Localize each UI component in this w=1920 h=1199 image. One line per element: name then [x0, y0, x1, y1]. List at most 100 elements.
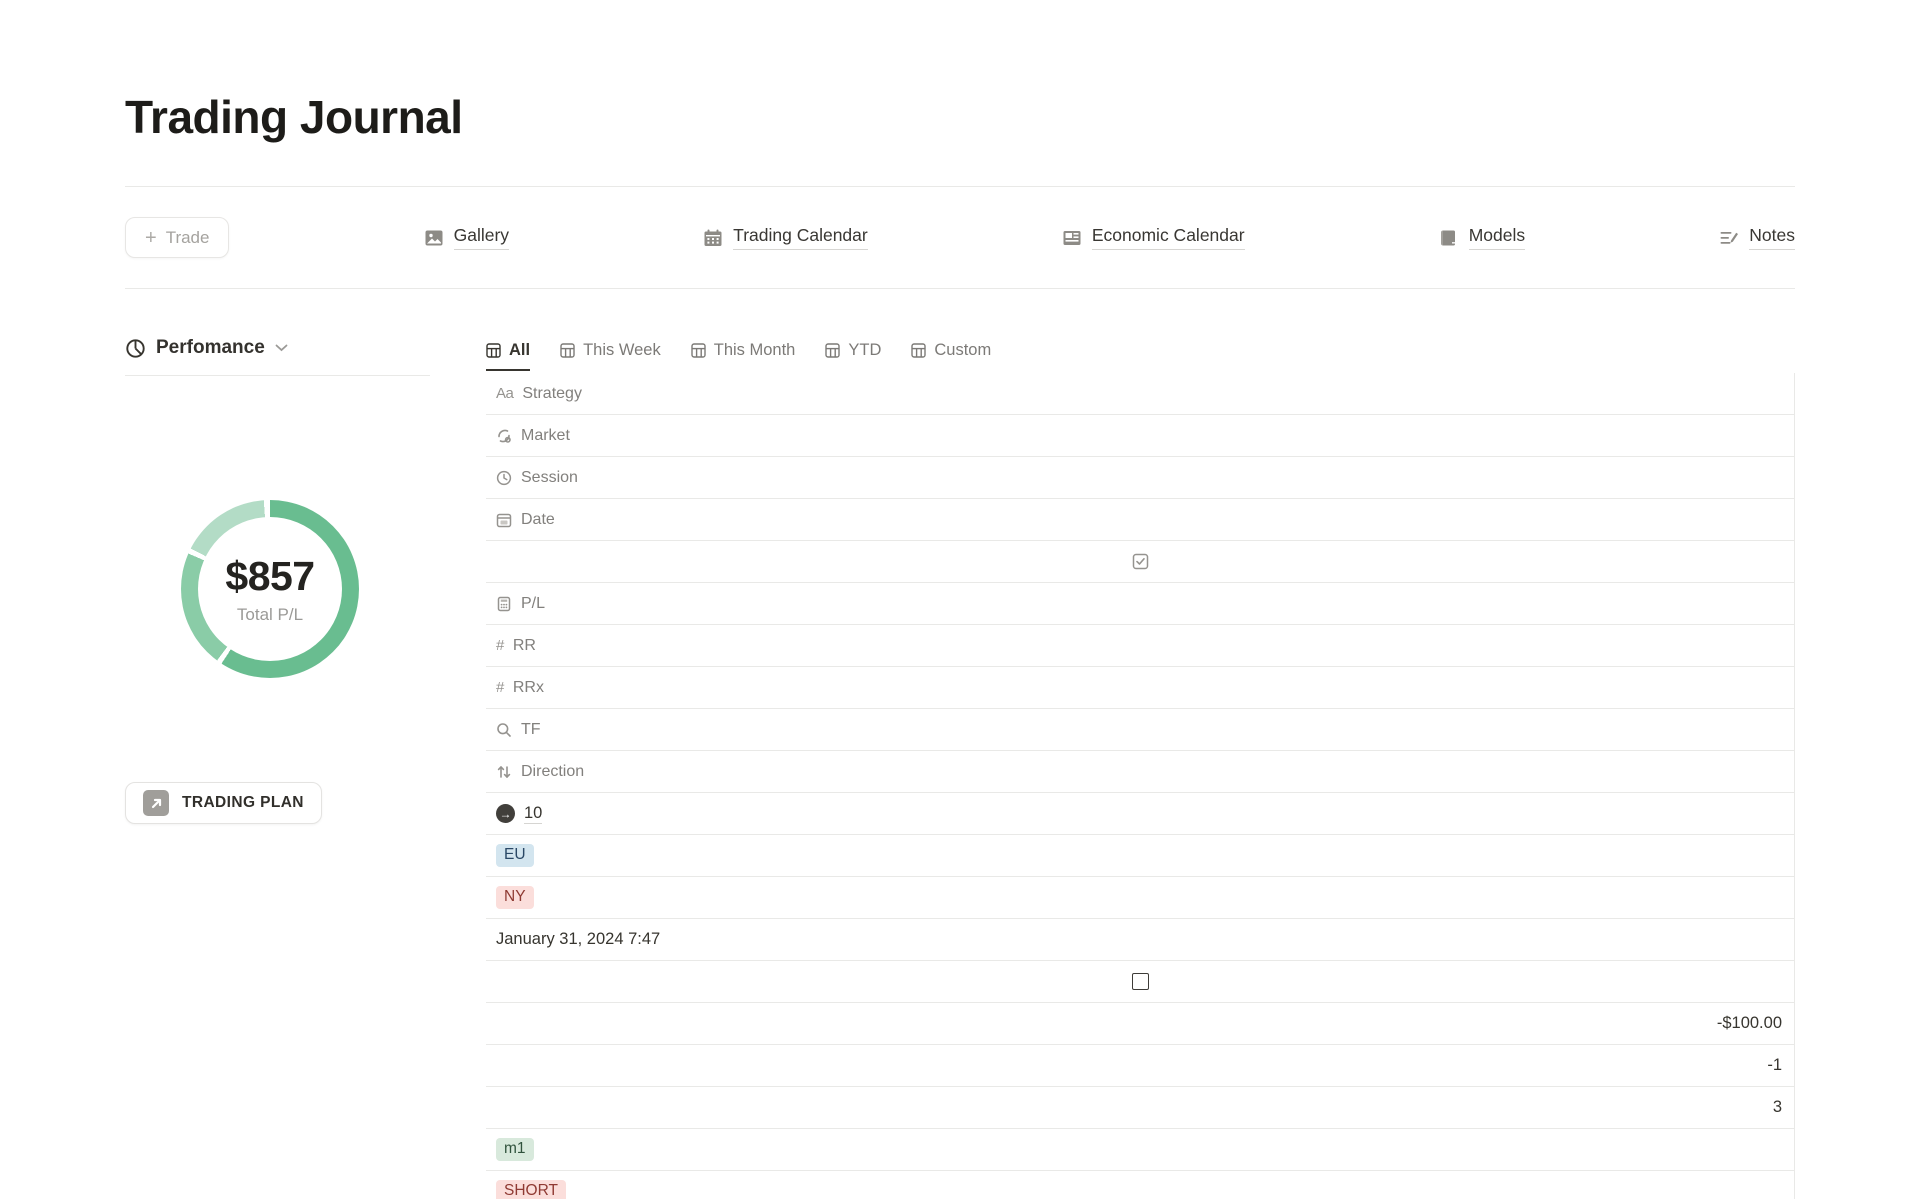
session-tag: NY: [496, 886, 534, 910]
plus-icon: +: [145, 228, 157, 248]
column-label: Market: [521, 427, 570, 445]
external-arrow-icon: [143, 790, 169, 816]
hash-icon: #: [496, 679, 504, 696]
main-content: Perfomance $857 Total P/L: [125, 331, 1795, 1199]
tab-label: All: [509, 341, 530, 360]
column-label: Session: [521, 469, 578, 487]
total-pl-donut-chart: $857 Total P/L: [181, 500, 359, 678]
trade-button[interactable]: + Trade: [125, 217, 229, 258]
pl-cell[interactable]: -$100.00: [486, 1003, 1795, 1045]
nav-item-gallery[interactable]: Gallery: [424, 225, 509, 250]
direction-cell[interactable]: SHORT: [486, 1171, 1795, 1199]
column-header-tf[interactable]: TF: [486, 709, 1795, 751]
performance-view-selector[interactable]: Perfomance: [125, 331, 455, 365]
gallery-icon: [424, 228, 444, 248]
tab-ytd[interactable]: YTD: [825, 331, 881, 371]
column-label: Date: [521, 511, 555, 529]
table-row: → 10 EU NY January 31, 2024 7:47 -$100.0…: [486, 793, 1795, 1199]
tf-cell[interactable]: m1: [486, 1129, 1795, 1171]
page-title: Trading Journal: [125, 0, 1795, 144]
row-checkbox[interactable]: [1132, 973, 1149, 990]
clock-icon: [496, 470, 512, 486]
table-view-icon: [911, 343, 926, 358]
column-header-rrx[interactable]: # RRx: [486, 667, 1795, 709]
tab-custom[interactable]: Custom: [911, 331, 991, 371]
nav-item-models[interactable]: Models: [1439, 225, 1525, 250]
tf-tag: m1: [496, 1138, 534, 1162]
total-pl-value: $857: [225, 553, 314, 600]
relation-icon: [496, 428, 512, 444]
table-view-icon: [691, 343, 706, 358]
calendar-icon: [496, 512, 512, 528]
column-header-market[interactable]: Market: [486, 415, 1795, 457]
table-view-icon: [560, 343, 575, 358]
strategy-cell[interactable]: → 10: [486, 793, 1795, 835]
hash-icon: #: [496, 637, 504, 654]
column-label: RRx: [513, 679, 544, 697]
tab-all[interactable]: All: [486, 331, 530, 371]
column-label: TF: [521, 721, 541, 739]
tab-label: This Week: [583, 341, 661, 360]
nav-item-label: Trading Calendar: [733, 225, 868, 250]
column-header-direction[interactable]: Direction: [486, 751, 1795, 793]
book-icon: [1439, 228, 1459, 248]
nav-item-label: Models: [1469, 225, 1525, 250]
divider: [125, 288, 1795, 289]
table-body: → 10 EU NY January 31, 2024 7:47 -$100.0…: [486, 793, 1795, 1199]
pie-chart-icon: [125, 338, 146, 359]
column-header-date[interactable]: Date: [486, 499, 1795, 541]
column-label: P/L: [521, 595, 545, 613]
trades-table-area: All This Week This Month YTD Custom: [486, 331, 1795, 1199]
market-tag: EU: [496, 844, 534, 868]
column-header-strategy[interactable]: Aa Strategy: [486, 373, 1795, 415]
direction-tag: SHORT: [496, 1180, 566, 1199]
nav-item-notes[interactable]: Notes: [1719, 225, 1795, 250]
nav-item-trading-calendar[interactable]: Trading Calendar: [703, 225, 868, 250]
tab-this-week[interactable]: This Week: [560, 331, 661, 371]
rrx-cell[interactable]: 3: [486, 1087, 1795, 1129]
tab-label: This Month: [714, 341, 796, 360]
table-view-icon: [825, 343, 840, 358]
trade-button-label: Trade: [166, 228, 210, 248]
column-label: Direction: [521, 763, 584, 781]
trading-calendar-icon: [703, 228, 723, 248]
checkbox-cell[interactable]: [486, 961, 1795, 1003]
date-cell[interactable]: January 31, 2024 7:47: [486, 919, 1795, 961]
tab-this-month[interactable]: This Month: [691, 331, 796, 371]
trading-journal-page: Trading Journal + Trade Gallery: [0, 0, 1920, 1199]
column-label: Strategy: [522, 385, 582, 403]
trading-plan-label: TRADING PLAN: [182, 794, 304, 812]
market-cell[interactable]: EU: [486, 835, 1795, 877]
column-header-session[interactable]: Session: [486, 457, 1795, 499]
table-view-icon: [486, 343, 501, 358]
notes-icon: [1719, 228, 1739, 248]
open-page-icon: →: [496, 804, 515, 823]
nav-item-label: Notes: [1749, 225, 1795, 250]
rr-cell[interactable]: -1: [486, 1045, 1795, 1087]
performance-sidebar: Perfomance $857 Total P/L: [125, 331, 455, 1199]
economic-calendar-icon: [1062, 228, 1082, 248]
sort-icon: [496, 764, 512, 780]
donut-center: $857 Total P/L: [198, 517, 342, 661]
text-icon: Aa: [496, 385, 513, 402]
view-label: Perfomance: [156, 337, 265, 359]
magnifier-icon: [496, 722, 512, 738]
calculator-icon: [496, 596, 512, 612]
nav-item-label: Economic Calendar: [1092, 225, 1245, 250]
session-cell[interactable]: NY: [486, 877, 1795, 919]
nav-item-economic-calendar[interactable]: Economic Calendar: [1062, 225, 1245, 250]
tab-label: YTD: [848, 341, 881, 360]
table-header: Aa Strategy Market Session: [486, 373, 1795, 793]
divider: [125, 375, 430, 376]
column-header-checkbox[interactable]: [486, 541, 1795, 583]
column-label: RR: [513, 637, 536, 655]
checkbox-icon: [1132, 553, 1149, 570]
trading-plan-button[interactable]: TRADING PLAN: [125, 782, 322, 824]
column-header-pl[interactable]: P/L: [486, 583, 1795, 625]
nav-row: + Trade Gallery Trading Calen: [125, 187, 1795, 288]
nav-item-label: Gallery: [454, 225, 509, 250]
column-header-rr[interactable]: # RR: [486, 625, 1795, 667]
chevron-down-icon: [275, 344, 288, 352]
total-pl-label: Total P/L: [237, 605, 303, 625]
strategy-link[interactable]: 10: [524, 803, 542, 825]
